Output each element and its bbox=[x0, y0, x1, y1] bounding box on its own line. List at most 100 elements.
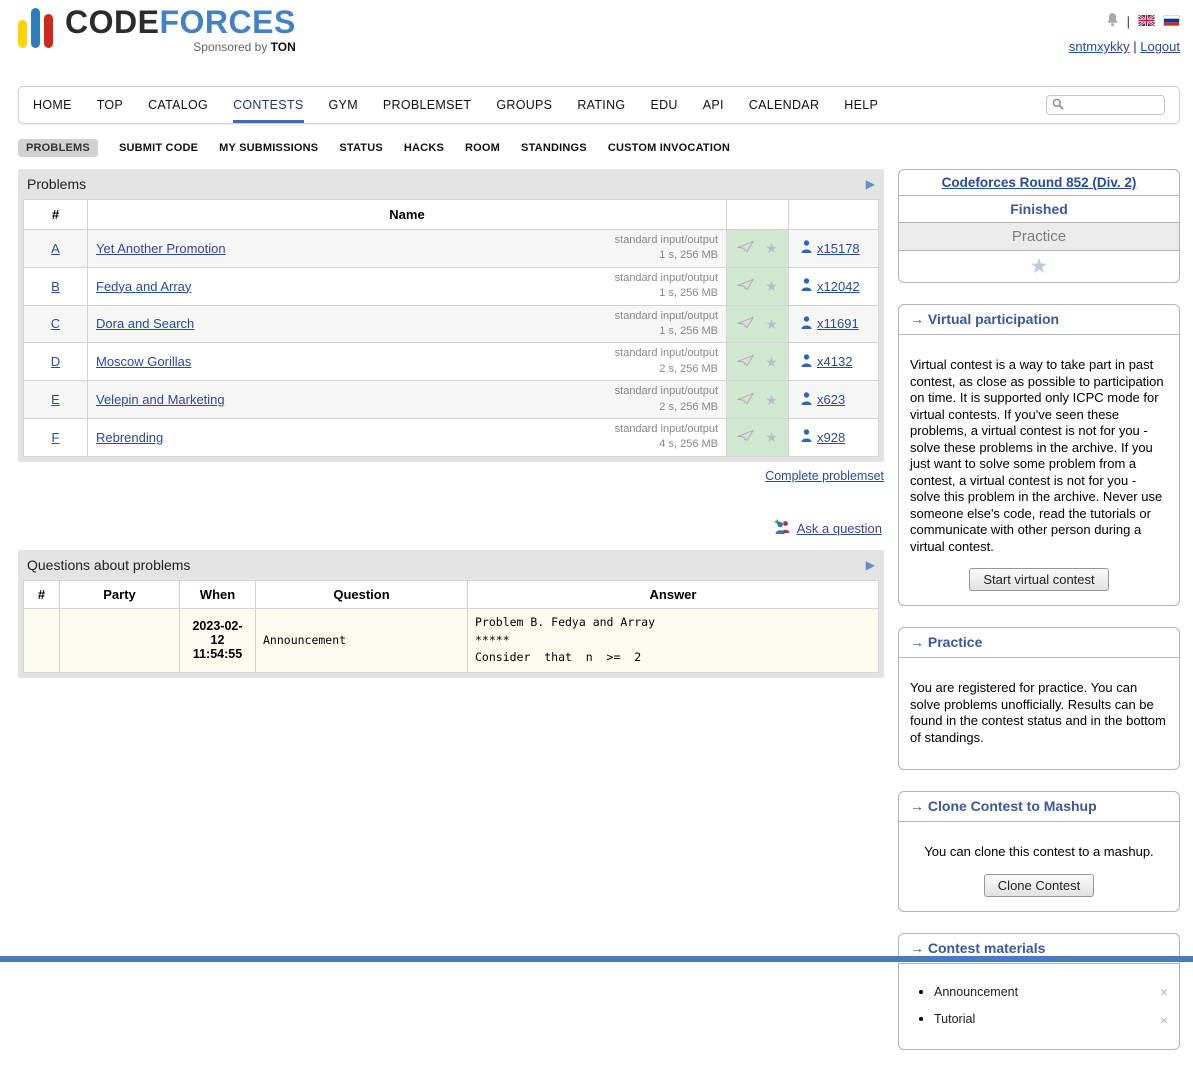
submit-plane-icon[interactable] bbox=[737, 316, 754, 332]
search-input[interactable] bbox=[1067, 97, 1159, 113]
clone-contest-button[interactable]: Clone Contest bbox=[984, 874, 1094, 897]
col-header-num: # bbox=[24, 200, 88, 230]
sponsored-by-text: Sponsored by bbox=[193, 40, 267, 54]
question-answer: Problem B. Fedya and Array ***** Conside… bbox=[468, 608, 879, 672]
solved-count-link[interactable]: x623 bbox=[817, 392, 845, 407]
subnav-submit-code[interactable]: SUBMIT CODE bbox=[119, 142, 198, 154]
submit-plane-icon[interactable] bbox=[737, 240, 754, 256]
question-row: 2023-02-12 11:54:55 Announcement Problem… bbox=[24, 608, 879, 672]
solved-person-icon bbox=[801, 316, 812, 332]
subnav-problems[interactable]: PROBLEMS bbox=[18, 139, 98, 157]
submit-plane-icon[interactable] bbox=[737, 354, 754, 370]
material-item: Tutorial × bbox=[934, 1011, 1168, 1028]
problem-limits: standard input/output2 s, 256 MB bbox=[615, 384, 718, 415]
solved-count-link[interactable]: x12042 bbox=[817, 279, 860, 294]
sidebar: Codeforces Round 852 (Div. 2) Finished P… bbox=[898, 169, 1180, 1071]
solved-count-link[interactable]: x4132 bbox=[817, 354, 852, 369]
footer-bar bbox=[0, 956, 1193, 962]
problem-limits: standard input/output1 s, 256 MB bbox=[615, 233, 718, 264]
problem-limits: standard input/output1 s, 256 MB bbox=[615, 309, 718, 340]
header: CODEFORCES Sponsored by TON | bbox=[18, 6, 1180, 82]
header-right: | bbox=[1069, 6, 1180, 82]
solved-count-link[interactable]: x15178 bbox=[817, 241, 860, 256]
problem-letter-link[interactable]: A bbox=[51, 241, 60, 256]
solved-person-icon bbox=[801, 240, 812, 256]
submit-plane-icon[interactable] bbox=[737, 278, 754, 294]
subnav-standings[interactable]: STANDINGS bbox=[521, 142, 587, 154]
solved-count-link[interactable]: x11691 bbox=[817, 316, 859, 331]
problem-name-link[interactable]: Dora and Search bbox=[96, 316, 194, 331]
ask-question-link[interactable]: Ask a question bbox=[797, 521, 882, 536]
nav-catalog[interactable]: CATALOG bbox=[148, 87, 208, 123]
close-icon[interactable]: × bbox=[1160, 1013, 1168, 1027]
contest-subnav: PROBLEMS SUBMIT CODE MY SUBMISSIONS STAT… bbox=[18, 139, 1180, 157]
problem-name-link[interactable]: Yet Another Promotion bbox=[96, 241, 226, 256]
clone-mashup-title: → Clone Contest to Mashup bbox=[899, 792, 1179, 822]
contest-favorite-star-icon[interactable]: ★ bbox=[1030, 255, 1049, 278]
subnav-room[interactable]: ROOM bbox=[465, 142, 500, 154]
problem-name-link[interactable]: Rebrending bbox=[96, 430, 163, 445]
nav-contests[interactable]: CONTESTS bbox=[233, 87, 303, 123]
main-menu: HOME TOP CATALOG CONTESTS GYM PROBLEMSET… bbox=[18, 86, 1180, 124]
favorite-star-icon[interactable]: ★ bbox=[765, 355, 778, 369]
codeforces-logo[interactable]: CODEFORCES Sponsored by TON bbox=[18, 6, 296, 82]
favorite-star-icon[interactable]: ★ bbox=[765, 393, 778, 407]
favorite-star-icon[interactable]: ★ bbox=[765, 279, 778, 293]
problem-name-link[interactable]: Moscow Gorillas bbox=[96, 354, 191, 369]
nav-top[interactable]: TOP bbox=[97, 87, 123, 123]
solved-person-icon bbox=[801, 354, 812, 370]
nav-edu[interactable]: EDU bbox=[650, 87, 677, 123]
nav-gym[interactable]: GYM bbox=[329, 87, 358, 123]
russian-flag-icon[interactable] bbox=[1163, 14, 1180, 29]
nav-calendar[interactable]: CALENDAR bbox=[749, 87, 819, 123]
clone-mashup-box: → Clone Contest to Mashup You can clone … bbox=[898, 791, 1180, 912]
solved-count-link[interactable]: x928 bbox=[817, 430, 845, 445]
problem-letter-link[interactable]: B bbox=[51, 279, 60, 294]
submit-plane-icon[interactable] bbox=[737, 392, 754, 408]
contest-materials-box: → Contest materials Announcement × Tutor… bbox=[898, 933, 1180, 1051]
submit-plane-icon[interactable] bbox=[737, 429, 754, 445]
english-flag-icon[interactable] bbox=[1138, 14, 1155, 29]
material-tutorial-link[interactable]: Tutorial bbox=[934, 1012, 975, 1028]
nav-rating[interactable]: RATING bbox=[577, 87, 625, 123]
close-icon[interactable]: × bbox=[1160, 985, 1168, 999]
problem-letter-link[interactable]: D bbox=[51, 354, 60, 369]
favorite-star-icon[interactable]: ★ bbox=[765, 430, 778, 444]
problem-row: C Dora and Search standard input/output1… bbox=[24, 305, 879, 343]
logout-link[interactable]: Logout bbox=[1140, 39, 1180, 54]
subnav-status[interactable]: STATUS bbox=[339, 142, 383, 154]
logo-forces: FORCES bbox=[159, 4, 295, 40]
subnav-custom-invocation[interactable]: CUSTOM INVOCATION bbox=[608, 142, 730, 154]
nav-problemset[interactable]: PROBLEMSET bbox=[383, 87, 471, 123]
main-column: Problems ▶ # Name bbox=[18, 169, 884, 678]
col-header-name: Name bbox=[88, 200, 727, 230]
complete-problemset-link[interactable]: Complete problemset bbox=[765, 469, 884, 483]
problem-letter-link[interactable]: C bbox=[51, 316, 60, 331]
practice-text: You are registered for practice. You can… bbox=[910, 680, 1168, 746]
problem-letter-link[interactable]: E bbox=[51, 392, 60, 407]
practice-title: → Practice bbox=[899, 628, 1179, 658]
nav-groups[interactable]: GROUPS bbox=[496, 87, 552, 123]
contest-mode: Practice bbox=[899, 222, 1179, 250]
solved-person-icon bbox=[801, 278, 812, 294]
problem-name-link[interactable]: Fedya and Array bbox=[96, 279, 191, 294]
material-announcement-link[interactable]: Announcement bbox=[934, 985, 1018, 1001]
contest-box: Codeforces Round 852 (Div. 2) Finished P… bbox=[898, 169, 1180, 283]
problem-name-link[interactable]: Velepin and Marketing bbox=[96, 392, 225, 407]
subnav-my-submissions[interactable]: MY SUBMISSIONS bbox=[219, 142, 318, 154]
favorite-star-icon[interactable]: ★ bbox=[765, 241, 778, 255]
problem-letter-link[interactable]: F bbox=[52, 430, 60, 445]
subnav-hacks[interactable]: HACKS bbox=[404, 142, 444, 154]
contest-title-link[interactable]: Codeforces Round 852 (Div. 2) bbox=[942, 175, 1137, 190]
start-virtual-contest-button[interactable]: Start virtual contest bbox=[969, 568, 1108, 591]
bell-icon[interactable] bbox=[1106, 12, 1119, 30]
nav-home[interactable]: HOME bbox=[33, 87, 72, 123]
question-num bbox=[24, 608, 60, 672]
nav-help[interactable]: HELP bbox=[844, 87, 878, 123]
nav-api[interactable]: API bbox=[703, 87, 724, 123]
favorite-star-icon[interactable]: ★ bbox=[765, 317, 778, 331]
username-link[interactable]: sntmxykky bbox=[1069, 39, 1130, 54]
next-contest-arrow-icon[interactable]: ▶ bbox=[866, 177, 875, 191]
question-party bbox=[60, 608, 180, 672]
questions-arrow-icon[interactable]: ▶ bbox=[866, 558, 875, 572]
